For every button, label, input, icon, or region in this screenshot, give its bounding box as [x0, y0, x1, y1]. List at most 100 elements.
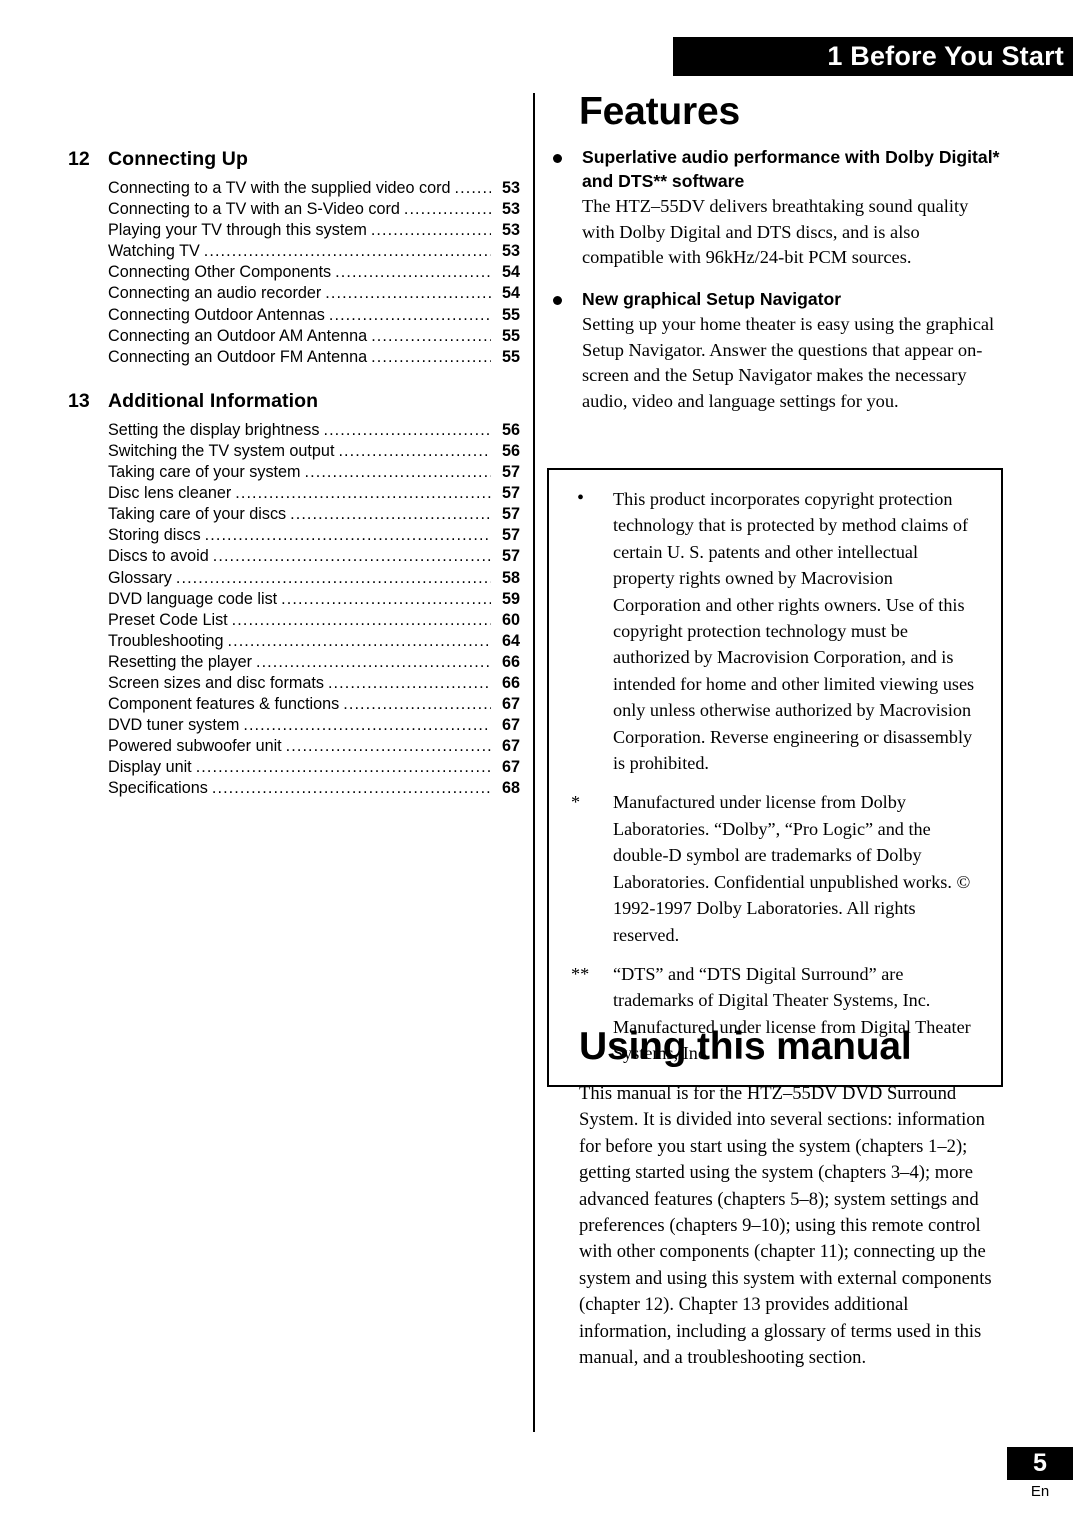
toc-leader-dots: ........................................… — [304, 463, 491, 482]
toc-entry-label: Setting the display brightness — [108, 420, 320, 439]
toc-entry-page: 53 — [501, 221, 520, 240]
toc-section-title: Connecting Up — [108, 148, 248, 170]
toc-entry[interactable]: Taking care of your discs ..............… — [108, 504, 520, 525]
toc-entry[interactable]: Connecting an Outdoor AM Antenna .......… — [108, 326, 520, 347]
toc-entry-label: Connecting Outdoor Antennas — [108, 305, 325, 324]
toc-entry[interactable]: Connecting Other Components ............… — [108, 262, 520, 283]
feature-title: New graphical Setup Navigator — [582, 288, 842, 309]
toc-entry-page: 59 — [501, 589, 520, 608]
toc-entry-label: Connecting an Outdoor FM Antenna — [108, 347, 368, 366]
toc-entry-page: 57 — [501, 505, 520, 524]
toc-entry-page: 53 — [501, 200, 520, 219]
toc-entry-page: 57 — [501, 526, 520, 545]
toc-entry-page: 66 — [501, 673, 520, 692]
toc-entry[interactable]: Screen sizes and disc formats ..........… — [108, 673, 520, 694]
toc-entry-label: Watching TV — [108, 242, 200, 261]
toc-leader-dots: ........................................… — [175, 568, 491, 587]
feature-item-audio-performance: Superlative audio performance with Dolby… — [547, 146, 1003, 271]
toc-entry-page: 55 — [501, 347, 520, 366]
toc-section-number: 13 — [68, 389, 90, 412]
toc-entry[interactable]: DVD language code list .................… — [108, 589, 520, 610]
toc-section-connecting-up: 12 Connecting Up Connecting to a TV with… — [68, 148, 520, 368]
toc-entry-page: 67 — [501, 737, 520, 756]
toc-entry[interactable]: Connecting to a TV with the supplied vid… — [108, 178, 520, 199]
toc-entry[interactable]: Glossary ...............................… — [108, 568, 520, 589]
toc-entry[interactable]: Powered subwoofer unit .................… — [108, 736, 520, 757]
page-number: 5 — [1007, 1447, 1073, 1480]
toc-entry[interactable]: Switching the TV system output .........… — [108, 441, 520, 462]
toc-entry[interactable]: Storing discs ..........................… — [108, 525, 520, 546]
toc-entry-page: 56 — [501, 420, 520, 439]
toc-entry[interactable]: Component features & functions .........… — [108, 694, 520, 715]
using-manual-body: This manual is for the HTZ–55DV DVD Surr… — [579, 1083, 992, 1369]
toc-entry[interactable]: Specifications .........................… — [108, 778, 520, 799]
feature-title: Superlative audio performance with Dolby… — [582, 147, 1000, 191]
copyright-notice-dolby: * Manufactured under license from Dolby … — [565, 789, 979, 947]
feature-item-setup-navigator: New graphical Setup Navigator Setting up… — [547, 288, 1003, 415]
feature-body: Setting up your home theater is easy usi… — [582, 314, 995, 412]
toc-leader-dots: ........................................… — [281, 589, 491, 608]
toc-entry-label: DVD tuner system — [108, 716, 240, 735]
toc-section-title: Additional Information — [108, 389, 319, 412]
toc-entry[interactable]: Watching TV ............................… — [108, 241, 520, 262]
toc-entry-label: Playing your TV through this system — [108, 221, 367, 240]
toc-entry-label: DVD language code list — [108, 589, 278, 608]
chapter-banner: 1 Before You Start — [673, 37, 1073, 76]
toc-leader-dots: ........................................… — [454, 179, 491, 197]
toc-leader-dots: ........................................… — [328, 305, 491, 324]
page-footer: 5 En — [1007, 1447, 1073, 1502]
toc-entry[interactable]: Setting the display brightness .........… — [108, 420, 520, 441]
toc-section-number: 12 — [68, 148, 90, 170]
toc-entry-page: 56 — [501, 441, 520, 460]
toc-leader-dots: ........................................… — [203, 242, 491, 261]
toc-entry[interactable]: Connecting an Outdoor FM Antenna .......… — [108, 347, 520, 368]
toc-entry-label: Connecting an audio recorder — [108, 284, 322, 303]
copyright-notice-macrovision: • This product incorporates copyright pr… — [565, 486, 979, 776]
toc-entry-page: 54 — [501, 284, 520, 303]
toc-entry[interactable]: Display unit ...........................… — [108, 757, 520, 778]
toc-entry[interactable]: DVD tuner system .......................… — [108, 715, 520, 736]
toc-entry-label: Preset Code List — [108, 610, 228, 629]
asterisk-icon: * — [571, 792, 581, 813]
toc-leader-dots: ........................................… — [212, 547, 491, 566]
toc-entry[interactable]: Troubleshooting ........................… — [108, 631, 520, 652]
toc-entry-label: Connecting to a TV with an S-Video cord — [108, 200, 400, 219]
toc-entry[interactable]: Playing your TV through this system ....… — [108, 220, 520, 241]
language-code: En — [1030, 1483, 1050, 1500]
double-asterisk-icon: ** — [571, 963, 590, 984]
toc-entry-page: 55 — [501, 326, 520, 345]
toc-entry-label: Connecting to a TV with the supplied vid… — [108, 179, 451, 197]
toc-entry-page: 57 — [501, 484, 520, 503]
toc-entry[interactable]: Preset Code List .......................… — [108, 610, 520, 631]
toc-entry-label: Connecting an Outdoor AM Antenna — [108, 326, 368, 345]
toc-leader-dots: ........................................… — [403, 200, 491, 219]
toc-entry[interactable]: Connecting to a TV with an S-Video cord … — [108, 199, 520, 220]
toc-leader-dots: ........................................… — [335, 263, 491, 282]
toc-leader-dots: ........................................… — [327, 673, 491, 692]
toc-leader-dots: ........................................… — [231, 610, 491, 629]
toc-entry-label: Troubleshooting — [108, 631, 224, 650]
right-column: Features Superlative audio performance w… — [547, 90, 1003, 1368]
toc-entry-list: Setting the display brightness .........… — [68, 420, 520, 800]
chapter-banner-title: 1 Before You Start — [827, 41, 1064, 71]
toc-entry-page: 58 — [501, 568, 520, 587]
toc-leader-dots: ........................................… — [195, 758, 491, 777]
copyright-notice-box: • This product incorporates copyright pr… — [547, 468, 1003, 1087]
toc-leader-dots: ........................................… — [290, 505, 491, 524]
toc-entry[interactable]: Taking care of your system .............… — [108, 462, 520, 483]
toc-entry-page: 64 — [501, 631, 520, 650]
table-of-contents: 12 Connecting Up Connecting to a TV with… — [68, 148, 520, 806]
toc-leader-dots: ........................................… — [243, 716, 491, 735]
toc-entry[interactable]: Disc lens cleaner ......................… — [108, 483, 520, 504]
toc-leader-dots: ........................................… — [325, 284, 491, 303]
toc-entry[interactable]: Connecting Outdoor Antennas ............… — [108, 305, 520, 326]
toc-entry[interactable]: Connecting an audio recorder ...........… — [108, 283, 520, 304]
toc-entry-label: Component features & functions — [108, 695, 340, 714]
toc-entry-list: Connecting to a TV with the supplied vid… — [68, 178, 520, 368]
notice-text: Manufactured under license from Dolby La… — [613, 792, 971, 945]
toc-entry-label: Discs to avoid — [108, 547, 209, 566]
toc-entry[interactable]: Discs to avoid .........................… — [108, 546, 520, 567]
toc-leader-dots: ........................................… — [371, 347, 491, 366]
toc-entry[interactable]: Resetting the player ...................… — [108, 652, 520, 673]
toc-entry-label: Connecting Other Components — [108, 263, 332, 282]
